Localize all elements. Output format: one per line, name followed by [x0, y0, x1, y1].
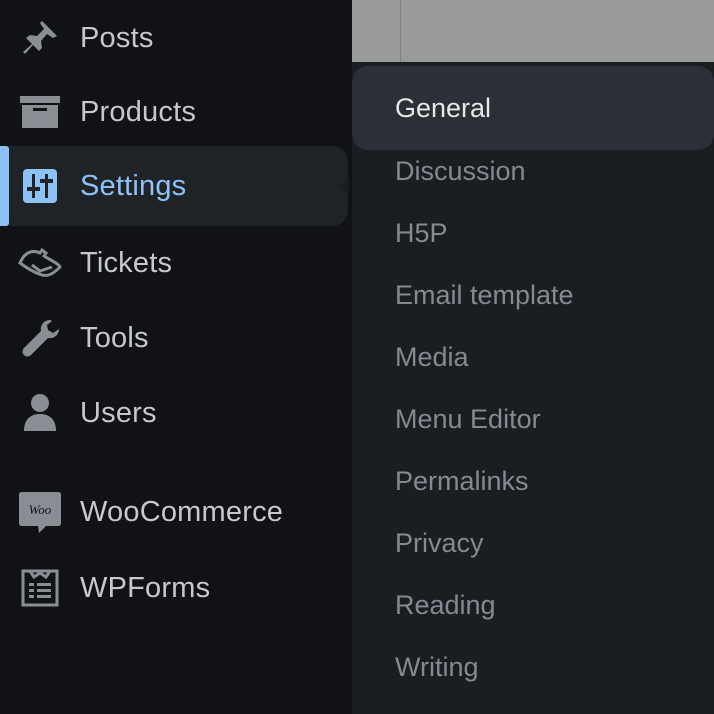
- sidebar-item-settings[interactable]: Settings: [0, 146, 349, 226]
- sidebar-item-label: Tickets: [80, 246, 173, 279]
- submenu-item-discussion[interactable]: Discussion: [352, 140, 714, 202]
- sidebar-item-label: WooCommerce: [80, 495, 284, 528]
- active-indicator: [0, 146, 9, 226]
- submenu-item-media[interactable]: Media: [352, 326, 714, 388]
- submenu-caret: [339, 176, 349, 196]
- submenu-item-label: Privacy: [395, 527, 484, 558]
- settings-submenu: General Discussion H5P Email template Me…: [352, 62, 714, 714]
- sidebar-item-label: Products: [80, 95, 197, 128]
- sidebar-item-posts[interactable]: Posts: [0, 0, 348, 76]
- sidebar-item-label: Settings: [80, 169, 187, 202]
- content-divider: [400, 0, 401, 62]
- user-icon: [18, 391, 62, 435]
- submenu-item-reading[interactable]: Reading: [352, 574, 714, 636]
- submenu-item-label: Writing: [395, 651, 479, 682]
- submenu-item-privacy[interactable]: Privacy: [352, 512, 714, 574]
- sidebar-item-products[interactable]: Products: [0, 74, 348, 150]
- submenu-item-label: General: [395, 92, 492, 123]
- submenu-item-h5p[interactable]: H5P: [352, 202, 714, 264]
- pin-icon: [18, 16, 62, 60]
- submenu-item-permalinks[interactable]: Permalinks: [352, 450, 714, 512]
- settings-sliders-icon: [18, 164, 62, 208]
- main-content-area: [352, 0, 714, 62]
- submenu-item-label: Reading: [395, 589, 496, 620]
- submenu-item-general[interactable]: General: [352, 66, 714, 150]
- sidebar-item-wpforms[interactable]: WPForms: [0, 550, 348, 626]
- sidebar-item-label: Tools: [80, 321, 149, 354]
- submenu-item-label: Menu Editor: [395, 403, 541, 434]
- archive-box-icon: [18, 90, 62, 134]
- form-icon: [18, 566, 62, 610]
- sidebar-item-label: Posts: [80, 21, 154, 54]
- admin-screen: Posts Products Settings Tickets Tools Us…: [0, 0, 714, 714]
- submenu-item-label: Media: [395, 341, 469, 372]
- sidebar-item-label: WPForms: [80, 571, 211, 604]
- woocommerce-icon-text: Woo: [29, 502, 52, 517]
- submenu-item-email-template[interactable]: Email template: [352, 264, 714, 326]
- sidebar-item-label: Users: [80, 396, 157, 429]
- submenu-item-label: H5P: [395, 217, 448, 248]
- submenu-item-label: Email template: [395, 279, 574, 310]
- submenu-item-label: Permalinks: [395, 465, 529, 496]
- woocommerce-icon: Woo: [18, 490, 62, 534]
- sidebar-item-woocommerce[interactable]: Woo WooCommerce: [0, 474, 348, 550]
- ticket-icon: [18, 241, 62, 285]
- submenu-item-menu-editor[interactable]: Menu Editor: [352, 388, 714, 450]
- sidebar-item-tickets[interactable]: Tickets: [0, 225, 348, 301]
- sidebar-item-users[interactable]: Users: [0, 375, 348, 451]
- admin-sidebar: Posts Products Settings Tickets Tools Us…: [0, 0, 352, 714]
- sidebar-item-tools[interactable]: Tools: [0, 300, 348, 376]
- submenu-item-writing[interactable]: Writing: [352, 636, 714, 698]
- wrench-icon: [18, 316, 62, 360]
- submenu-item-label: Discussion: [395, 155, 526, 186]
